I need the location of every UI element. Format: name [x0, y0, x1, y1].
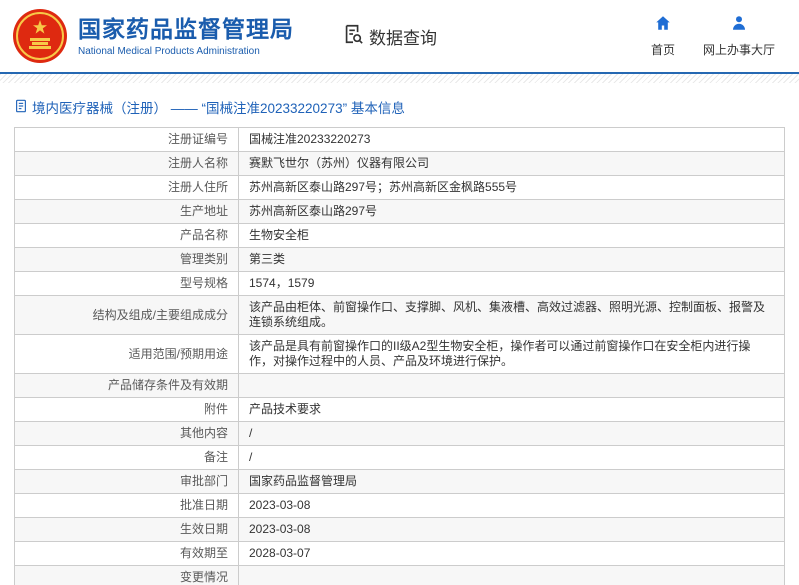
table-row: 注册人名称 赛默飞世尔（苏州）仪器有限公司 — [15, 152, 785, 176]
table-row: 批准日期 2023-03-08 — [15, 494, 785, 518]
row-value: 2023-03-08 — [239, 494, 785, 518]
row-label: 注册证编号 — [15, 128, 239, 152]
nav-service-hall[interactable]: 网上办事大厅 — [703, 14, 775, 58]
row-value — [239, 566, 785, 585]
row-label: 结构及组成/主要组成成分 — [15, 296, 239, 335]
row-label-text: 结构及组成/主要组成成分 — [93, 308, 228, 322]
row-label: 备注 — [15, 446, 239, 470]
row-label-text: 其他内容 — [180, 426, 228, 440]
table-row: 审批部门 国家药品监督管理局 — [15, 470, 785, 494]
header-nav: 首页 网上办事大厅 — [651, 14, 775, 58]
row-label: 批准日期 — [15, 494, 239, 518]
row-label: 产品名称 — [15, 224, 239, 248]
table-row: 管理类别 第三类 — [15, 248, 785, 272]
nav-service-hall-label: 网上办事大厅 — [703, 41, 775, 58]
info-table: 注册证编号 国械注准20233220273 注册人名称 赛默飞世尔（苏州）仪器有… — [14, 127, 785, 585]
row-label-text: 批准日期 — [180, 498, 228, 512]
row-label: 附件 — [15, 398, 239, 422]
nav-home-label: 首页 — [651, 41, 675, 58]
row-label: 管理类别 — [15, 248, 239, 272]
table-row: 注册证编号 国械注准20233220273 — [15, 128, 785, 152]
row-value: 2028-03-07 — [239, 542, 785, 566]
row-value: 第三类 — [239, 248, 785, 272]
site-subtitle: National Medical Products Administration — [78, 46, 294, 57]
row-label-text: 注册人名称 — [168, 156, 228, 170]
site-title: 国家药品监督管理局 — [78, 15, 294, 43]
person-icon — [730, 14, 748, 37]
row-label-text: 注册证编号 — [168, 132, 228, 146]
nmpa-emblem-logo — [12, 8, 68, 64]
row-value: 1574，1579 — [239, 272, 785, 296]
row-label: 产品储存条件及有效期 — [15, 374, 239, 398]
row-value: 国械注准20233220273 — [239, 128, 785, 152]
row-label: 注册人名称 — [15, 152, 239, 176]
row-label: 生效日期 — [15, 518, 239, 542]
hatch-strip — [0, 74, 799, 83]
row-value: 苏州高新区泰山路297号；苏州高新区金枫路555号 — [239, 176, 785, 200]
row-label: 变更情况 — [15, 566, 239, 585]
nav-home[interactable]: 首页 — [651, 14, 675, 58]
row-label-text: 生效日期 — [180, 522, 228, 536]
row-label-text: 备注 — [204, 450, 228, 464]
row-label-text: 变更情况 — [180, 570, 228, 584]
row-value: 国家药品监督管理局 — [239, 470, 785, 494]
table-row: 其他内容 / — [15, 422, 785, 446]
breadcrumb: 境内医疗器械（注册） —— “国械注准20233220273” 基本信息 — [14, 97, 799, 117]
row-label: 审批部门 — [15, 470, 239, 494]
row-value: / — [239, 422, 785, 446]
table-row: 产品名称 生物安全柜 — [15, 224, 785, 248]
row-label: 型号规格 — [15, 272, 239, 296]
row-value: 赛默飞世尔（苏州）仪器有限公司 — [239, 152, 785, 176]
info-table-body: 注册证编号 国械注准20233220273 注册人名称 赛默飞世尔（苏州）仪器有… — [15, 128, 785, 585]
table-row: 附件 产品技术要求 — [15, 398, 785, 422]
table-row: 生效日期 2023-03-08 — [15, 518, 785, 542]
row-label-text: 注册人住所 — [168, 180, 228, 194]
home-icon — [654, 14, 672, 37]
data-query-label: 数据查询 — [369, 24, 437, 49]
breadcrumb-text: 境内医疗器械（注册） —— “国械注准20233220273” 基本信息 — [32, 97, 405, 117]
table-row: 备注 / — [15, 446, 785, 470]
data-query-section[interactable]: 数据查询 — [342, 23, 437, 50]
row-value: 生物安全柜 — [239, 224, 785, 248]
table-row: 变更情况 — [15, 566, 785, 585]
header: 国家药品监督管理局 National Medical Products Admi… — [0, 0, 799, 72]
row-label: 有效期至 — [15, 542, 239, 566]
row-label: 生产地址 — [15, 200, 239, 224]
table-row: 有效期至 2028-03-07 — [15, 542, 785, 566]
data-query-icon — [342, 23, 369, 50]
row-label-text: 附件 — [204, 402, 228, 416]
row-value — [239, 374, 785, 398]
table-row: 产品储存条件及有效期 — [15, 374, 785, 398]
row-label-text: 生产地址 — [180, 204, 228, 218]
row-value: / — [239, 446, 785, 470]
row-value: 苏州高新区泰山路297号 — [239, 200, 785, 224]
row-label-text: 产品名称 — [180, 228, 228, 242]
document-icon — [14, 99, 32, 116]
row-label: 适用范围/预期用途 — [15, 335, 239, 374]
row-label: 注册人住所 — [15, 176, 239, 200]
row-label-text: 产品储存条件及有效期 — [108, 378, 228, 392]
row-label: 其他内容 — [15, 422, 239, 446]
table-row: 结构及组成/主要组成成分 该产品由柜体、前窗操作口、支撑脚、风机、集液槽、高效过… — [15, 296, 785, 335]
row-label-text: 管理类别 — [180, 252, 228, 266]
table-row: 适用范围/预期用途 该产品是具有前窗操作口的II级A2型生物安全柜，操作者可以通… — [15, 335, 785, 374]
table-row: 型号规格 1574，1579 — [15, 272, 785, 296]
row-label-text: 适用范围/预期用途 — [129, 347, 228, 361]
table-row: 注册人住所 苏州高新区泰山路297号；苏州高新区金枫路555号 — [15, 176, 785, 200]
row-label-text: 审批部门 — [180, 474, 228, 488]
row-value: 产品技术要求 — [239, 398, 785, 422]
site-title-block: 国家药品监督管理局 National Medical Products Admi… — [78, 15, 294, 57]
row-label-text: 有效期至 — [180, 546, 228, 560]
table-row: 生产地址 苏州高新区泰山路297号 — [15, 200, 785, 224]
row-value: 2023-03-08 — [239, 518, 785, 542]
row-value: 该产品是具有前窗操作口的II级A2型生物安全柜，操作者可以通过前窗操作口在安全柜… — [239, 335, 785, 374]
row-label-text: 型号规格 — [180, 276, 228, 290]
row-value: 该产品由柜体、前窗操作口、支撑脚、风机、集液槽、高效过滤器、照明光源、控制面板、… — [239, 296, 785, 335]
